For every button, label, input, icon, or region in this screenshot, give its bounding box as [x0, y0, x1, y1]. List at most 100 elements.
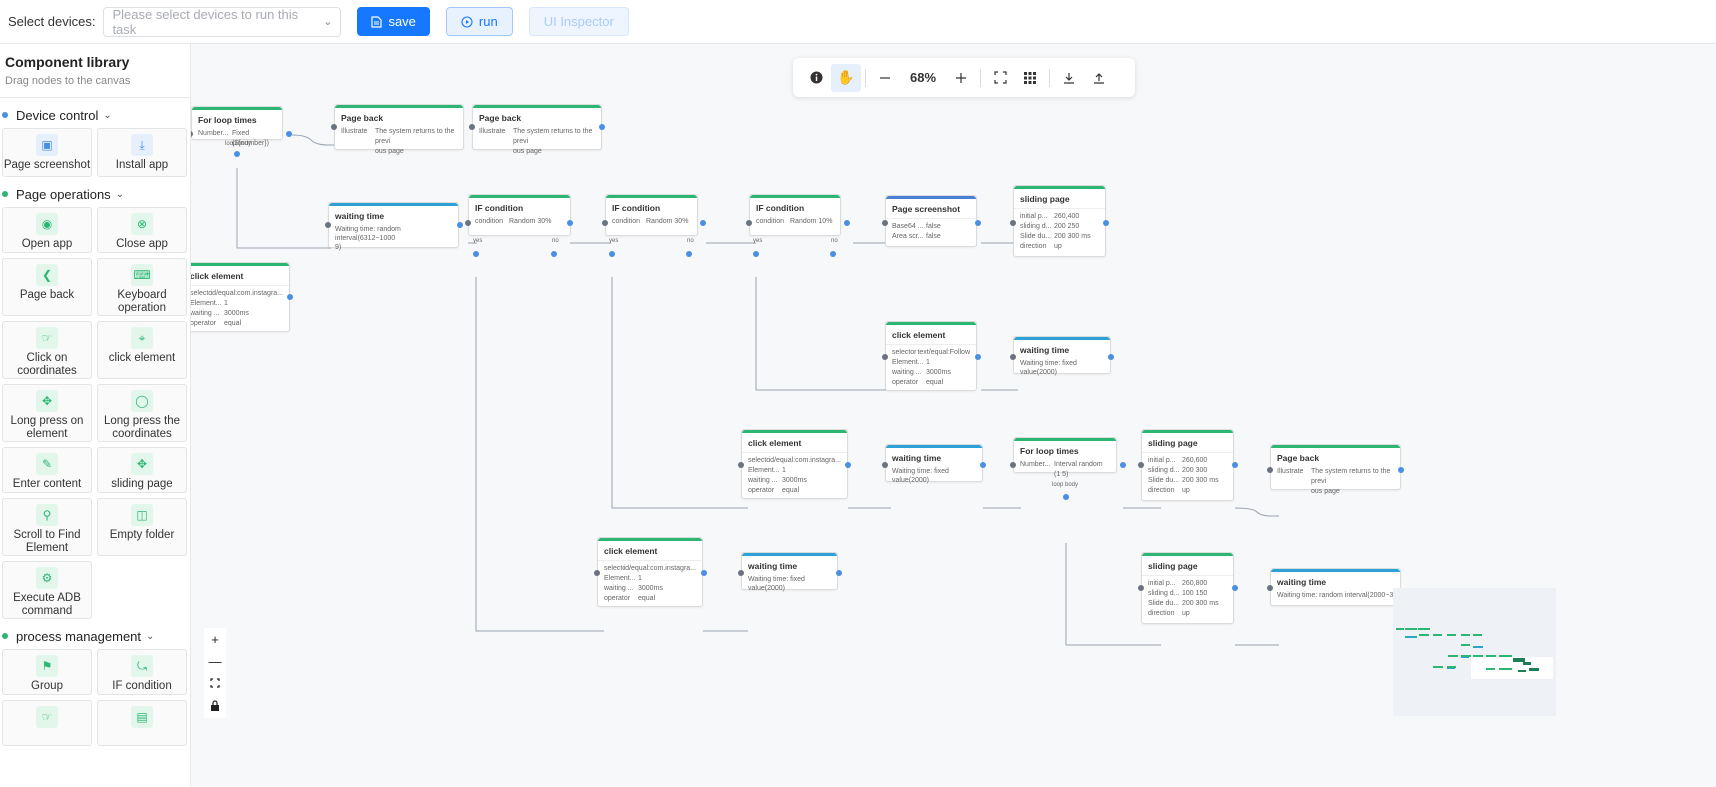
output-port[interactable] — [1398, 467, 1404, 473]
component-click-coordinates[interactable]: ☞ Click on coordinates — [2, 321, 92, 379]
node-click-element[interactable]: click element selectorid/equal:com.insta… — [741, 429, 848, 499]
node-waiting-time[interactable]: waiting time Waiting time: random interv… — [328, 202, 459, 251]
output-port[interactable] — [1103, 220, 1109, 226]
output-port[interactable] — [599, 124, 605, 130]
lock-icon[interactable] — [204, 694, 226, 716]
component-scroll-find[interactable]: ⚲ Scroll to Find Element — [2, 498, 92, 556]
node-if-condition[interactable]: IF condition condition Random 10% — [749, 194, 841, 236]
output-port[interactable] — [457, 222, 463, 228]
component-close-app[interactable]: ⊗ Close app — [97, 207, 187, 253]
component-open-app[interactable]: ◉ Open app — [2, 207, 92, 253]
upload-icon[interactable] — [1084, 64, 1114, 92]
node-for-loop[interactable]: For loop times Number... Fixed (${number}… — [191, 106, 283, 147]
node-page-screenshot[interactable]: Page screenshot Base64 ... false Area scr.… — [885, 195, 977, 247]
node-if-condition[interactable]: IF condition condition Random 30% — [605, 194, 698, 236]
component-more-2[interactable]: ▤ — [97, 700, 187, 746]
input-port[interactable] — [465, 220, 471, 226]
device-select[interactable]: Please select devices to run this task ⌄ — [103, 6, 342, 37]
no-port[interactable] — [686, 251, 692, 257]
output-port[interactable] — [1232, 462, 1238, 468]
input-port[interactable] — [882, 462, 888, 468]
hand-icon[interactable]: ✋ — [831, 63, 861, 92]
fit-view-icon[interactable] — [985, 64, 1015, 92]
node-click-element[interactable]: click element selectorid/equal:com.insta… — [191, 262, 290, 332]
output-port[interactable] — [287, 294, 293, 300]
input-port[interactable] — [738, 570, 744, 576]
group-page-operations[interactable]: Page operations ⌄ — [0, 181, 190, 207]
output-port[interactable] — [975, 354, 981, 360]
yes-port[interactable] — [473, 251, 479, 257]
node-page-back[interactable]: Page back Illustrate The system returns t… — [472, 104, 602, 155]
yes-port[interactable] — [609, 251, 615, 257]
input-port[interactable] — [1010, 220, 1016, 226]
zoom-in-icon[interactable] — [946, 64, 976, 92]
input-port[interactable] — [882, 354, 888, 360]
component-if-condition[interactable]: ⤿ IF condition — [97, 649, 187, 695]
output-port[interactable] — [1232, 585, 1238, 591]
component-more-1[interactable]: ☞ — [2, 700, 92, 746]
component-enter-content[interactable]: ✎ Enter content — [2, 447, 92, 493]
minimap[interactable] — [1393, 588, 1556, 716]
loop-body-port[interactable] — [234, 151, 240, 157]
input-port[interactable] — [1138, 462, 1144, 468]
output-port[interactable] — [286, 131, 292, 137]
component-group[interactable]: ⚑ Group — [2, 649, 92, 695]
run-button[interactable]: run — [445, 7, 513, 36]
fit-view-button[interactable] — [204, 672, 226, 694]
input-port[interactable] — [738, 462, 744, 468]
grid-icon[interactable] — [1015, 64, 1045, 92]
zoom-in-button[interactable]: + — [204, 628, 226, 650]
group-process-management[interactable]: process management ⌄ — [0, 623, 190, 649]
no-port[interactable] — [830, 251, 836, 257]
component-keyboard-operation[interactable]: ⌨ Keyboard operation — [97, 258, 187, 316]
component-long-press-coordinates[interactable]: ◯ Long press the coordinates — [97, 384, 187, 442]
component-empty-folder[interactable]: ◫ Empty folder — [97, 498, 187, 556]
output-port[interactable] — [975, 220, 981, 226]
node-page-back[interactable]: Page back Illustrate The system returns t… — [334, 104, 464, 155]
node-for-loop[interactable]: For loop times Number... Interval random … — [1013, 437, 1117, 478]
input-port[interactable] — [331, 124, 337, 130]
output-port[interactable] — [980, 462, 986, 468]
node-click-element[interactable]: click element selector text/equal:Follow E… — [885, 321, 977, 391]
info-icon[interactable] — [801, 64, 831, 92]
input-port[interactable] — [1267, 585, 1273, 591]
zoom-out-icon[interactable] — [870, 64, 900, 92]
output-port[interactable] — [701, 570, 707, 576]
yes-port[interactable] — [753, 251, 759, 257]
save-button[interactable]: save — [357, 7, 430, 36]
input-port[interactable] — [594, 570, 600, 576]
node-waiting-time[interactable]: waiting time Waiting time: fixed value(2… — [1013, 336, 1111, 376]
input-port[interactable] — [469, 124, 475, 130]
component-page-screenshot[interactable]: ▣ Page screenshot — [2, 128, 92, 177]
output-port[interactable] — [1120, 462, 1126, 468]
input-port[interactable] — [1010, 354, 1016, 360]
node-sliding-page[interactable]: sliding page initial p... 260,600 sliding … — [1141, 429, 1234, 501]
download-icon[interactable] — [1054, 64, 1084, 92]
input-port[interactable] — [1267, 467, 1273, 473]
node-waiting-time[interactable]: waiting time Waiting time: fixed value(2… — [741, 552, 838, 592]
node-if-condition[interactable]: IF condition condition Random 30% — [468, 194, 571, 236]
output-port[interactable] — [836, 570, 842, 576]
output-port[interactable] — [845, 462, 851, 468]
ui-inspector-button[interactable]: UI Inspector — [528, 7, 629, 36]
input-port[interactable] — [602, 220, 608, 226]
output-port[interactable] — [700, 220, 706, 226]
component-long-press-element[interactable]: ✥ Long press on element — [2, 384, 92, 442]
component-sliding-page[interactable]: ✥ sliding page — [97, 447, 187, 493]
component-install-app[interactable]: ⤓ Install app — [97, 128, 187, 177]
output-port[interactable] — [1108, 354, 1114, 360]
node-waiting-time[interactable]: waiting time Waiting time: fixed value(2… — [885, 444, 983, 484]
flow-canvas[interactable]: For loop times Number... Fixed (${number}… — [191, 44, 1716, 787]
group-device-control[interactable]: Device control ⌄ — [0, 102, 190, 128]
output-port[interactable] — [844, 220, 850, 226]
input-port[interactable] — [325, 222, 331, 228]
node-sliding-page[interactable]: sliding page initial p... 260,800 sliding … — [1141, 552, 1234, 624]
input-port[interactable] — [882, 220, 888, 226]
input-port[interactable] — [1138, 585, 1144, 591]
input-port[interactable] — [746, 220, 752, 226]
component-page-back[interactable]: ❮ Page back — [2, 258, 92, 316]
output-port[interactable] — [567, 220, 573, 226]
node-page-back[interactable]: Page back Illustrate The system returns t… — [1270, 444, 1401, 495]
component-execute-adb[interactable]: ⚙ Execute ADB command — [2, 561, 92, 619]
loop-body-port[interactable] — [1063, 494, 1069, 500]
